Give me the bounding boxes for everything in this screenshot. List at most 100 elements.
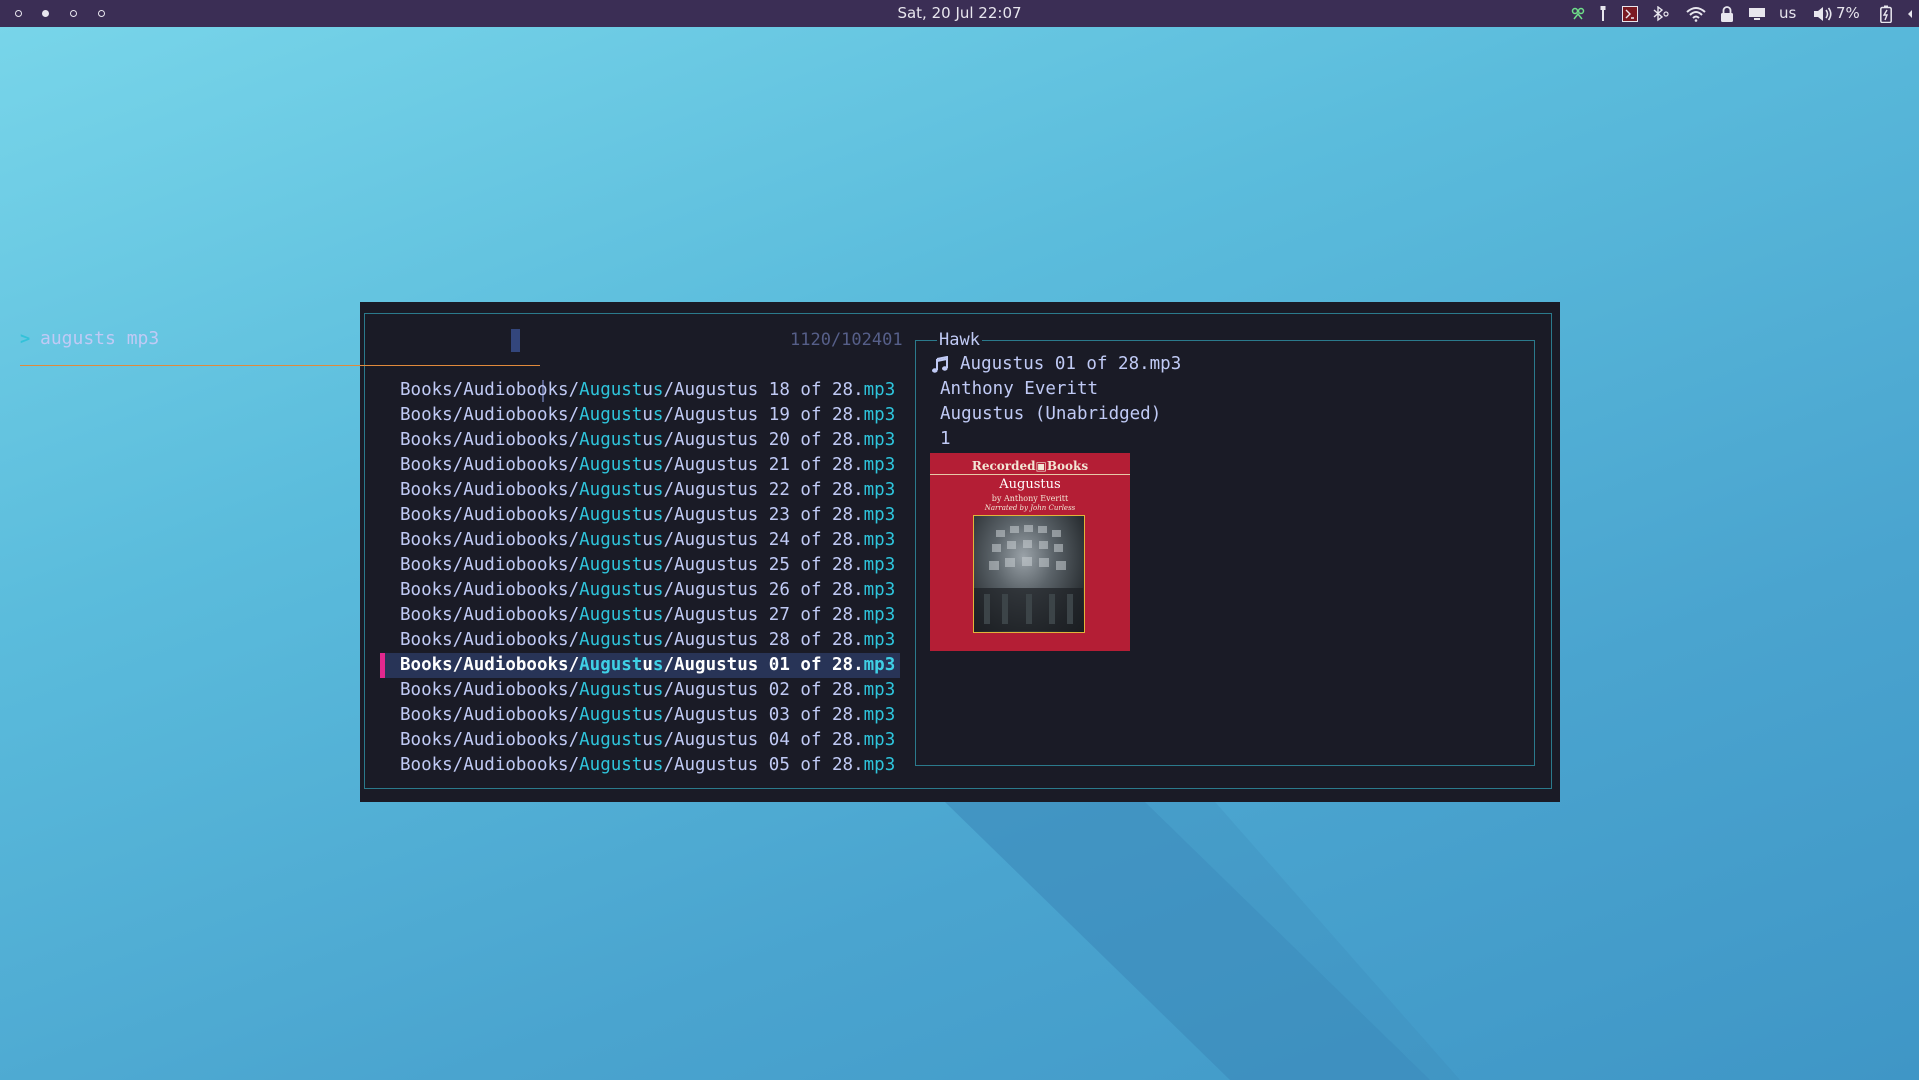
music-note-icon xyxy=(931,355,949,378)
result-row[interactable]: Books/Audiobooks/Augustus/Augustus 02 of… xyxy=(380,678,900,703)
match-highlight: mp3 xyxy=(863,655,896,675)
match-highlight: s xyxy=(652,705,664,725)
match-highlight: August xyxy=(579,555,643,575)
match-highlight: mp3 xyxy=(863,430,896,450)
match-highlight: mp3 xyxy=(863,530,896,550)
match-highlight: August xyxy=(579,405,643,425)
path-segment: /Augustus 19 of 28. xyxy=(663,405,864,425)
result-path: Books/Audiobooks/Augustus/Augustus 22 of… xyxy=(400,478,895,503)
path-segment: Books/Audiobooks/ xyxy=(400,555,580,575)
match-counter: 1120/102401 xyxy=(790,330,903,350)
result-row[interactable]: Books/Audiobooks/Augustus/Augustus 04 of… xyxy=(380,728,900,753)
path-segment: /Augustus 05 of 28. xyxy=(663,755,864,775)
result-path: Books/Audiobooks/Augustus/Augustus 19 of… xyxy=(400,403,895,428)
cover-rule xyxy=(930,474,1130,475)
path-segment: u xyxy=(642,455,653,475)
match-highlight: mp3 xyxy=(863,580,896,600)
path-segment: Books/Audiobooks/ xyxy=(400,680,580,700)
path-segment: Books/Audiobooks/ xyxy=(400,755,580,775)
result-row[interactable]: Books/Audiobooks/Augustus/Augustus 20 of… xyxy=(380,428,900,453)
path-segment: /Augustus 24 of 28. xyxy=(663,530,864,550)
result-path: Books/Audiobooks/Augustus/Augustus 05 of… xyxy=(400,753,895,778)
path-segment: u xyxy=(642,380,653,400)
result-row[interactable]: Books/Audiobooks/Augustus/Augustus 03 of… xyxy=(380,703,900,728)
preview-album: Augustus (Unabridged) xyxy=(940,404,1162,424)
app-tray-icon[interactable] xyxy=(1568,0,1588,27)
lock-icon[interactable] xyxy=(1717,0,1737,27)
match-highlight: s xyxy=(652,505,664,525)
result-row[interactable]: Books/Audiobooks/Augustus/Augustus 23 of… xyxy=(380,503,900,528)
path-segment: Books/Audiobooks/ xyxy=(400,455,580,475)
match-highlight: August xyxy=(579,605,643,625)
tray-expand-icon[interactable] xyxy=(1903,0,1917,27)
match-highlight: August xyxy=(579,380,643,400)
cover-publisher: Recorded▣Books xyxy=(971,459,1089,473)
preview-filename: Augustus 01 of 28.mp3 xyxy=(960,354,1182,374)
path-segment: /Augustus 28 of 28. xyxy=(663,630,864,650)
match-highlight: August xyxy=(579,530,643,550)
prompt-indicator: > xyxy=(20,329,31,349)
usb-icon[interactable] xyxy=(1596,0,1610,27)
match-highlight: s xyxy=(652,655,664,675)
wifi-icon[interactable] xyxy=(1684,0,1708,27)
search-input[interactable]: augusts mp3 xyxy=(40,328,159,349)
top-bar: Sat, 20 Jul 22:07 us 7% xyxy=(0,0,1919,27)
bluetooth-icon[interactable] xyxy=(1650,0,1672,27)
path-segment: u xyxy=(642,480,653,500)
result-row[interactable]: Books/Audiobooks/Augustus/Augustus 27 of… xyxy=(380,603,900,628)
result-path: Books/Audiobooks/Augustus/Augustus 02 of… xyxy=(400,678,895,703)
match-highlight: August xyxy=(579,480,643,500)
match-highlight: mp3 xyxy=(863,605,896,625)
match-highlight: August xyxy=(579,755,643,775)
battery-charging-icon[interactable] xyxy=(1876,0,1896,27)
path-segment: u xyxy=(642,580,653,600)
result-row[interactable]: Books/Audiobooks/Augustus/Augustus 26 of… xyxy=(380,578,900,603)
match-highlight: August xyxy=(579,655,643,675)
path-segment: u xyxy=(642,630,653,650)
result-path: Books/Audiobooks/Augustus/Augustus 21 of… xyxy=(400,453,895,478)
result-row[interactable]: Books/Audiobooks/Augustus/Augustus 18 of… xyxy=(380,378,900,403)
match-highlight: August xyxy=(579,680,643,700)
result-row[interactable]: Books/Audiobooks/Augustus/Augustus 22 of… xyxy=(380,478,900,503)
result-row[interactable]: Books/Audiobooks/Augustus/Augustus 21 of… xyxy=(380,453,900,478)
volume-icon[interactable] xyxy=(1812,0,1834,27)
terminal-tray-icon[interactable] xyxy=(1620,0,1640,27)
result-row[interactable]: Books/Audiobooks/Augustus/Augustus 28 of… xyxy=(380,628,900,653)
match-highlight: August xyxy=(579,730,643,750)
match-highlight: mp3 xyxy=(863,380,896,400)
path-segment: /Augustus 22 of 28. xyxy=(663,480,864,500)
path-segment: u xyxy=(642,680,653,700)
match-highlight: s xyxy=(652,380,664,400)
match-highlight: s xyxy=(652,605,664,625)
match-highlight: August xyxy=(579,505,643,525)
path-segment: Books/Audiobooks/ xyxy=(400,730,580,750)
path-segment: u xyxy=(642,555,653,575)
match-highlight: s xyxy=(652,755,664,775)
path-segment: Books/Audiobooks/ xyxy=(400,530,580,550)
result-path: Books/Audiobooks/Augustus/Augustus 18 of… xyxy=(400,378,895,403)
match-highlight: August xyxy=(579,430,643,450)
result-path: Books/Audiobooks/Augustus/Augustus 27 of… xyxy=(400,603,895,628)
path-segment: /Augustus 02 of 28. xyxy=(663,680,864,700)
result-row[interactable]: Books/Audiobooks/Augustus/Augustus 25 of… xyxy=(380,553,900,578)
match-highlight: mp3 xyxy=(863,680,896,700)
result-row[interactable]: Books/Audiobooks/Augustus/Augustus 05 of… xyxy=(380,753,900,778)
path-segment: /Augustus 04 of 28. xyxy=(663,730,864,750)
path-segment: Books/Audiobooks/ xyxy=(400,405,580,425)
display-icon[interactable] xyxy=(1746,0,1768,27)
keyboard-layout[interactable]: us xyxy=(1779,0,1796,27)
match-highlight: s xyxy=(652,430,664,450)
match-highlight: s xyxy=(652,455,664,475)
result-row[interactable]: Books/Audiobooks/Augustus/Augustus 19 of… xyxy=(380,403,900,428)
volume-level[interactable]: 7% xyxy=(1836,0,1860,27)
result-row[interactable]: Books/Audiobooks/Augustus/Augustus 24 of… xyxy=(380,528,900,553)
match-highlight: s xyxy=(652,555,664,575)
match-highlight: s xyxy=(652,405,664,425)
match-highlight: mp3 xyxy=(863,730,896,750)
path-segment: u xyxy=(642,730,653,750)
result-row-selected[interactable]: Books/Audiobooks/Augustus/Augustus 01 of… xyxy=(380,653,900,678)
path-segment: u xyxy=(642,430,653,450)
match-highlight: mp3 xyxy=(863,455,896,475)
cover-narrator: Narrated by John Curless xyxy=(984,504,1076,512)
path-segment: /Augustus 03 of 28. xyxy=(663,705,864,725)
